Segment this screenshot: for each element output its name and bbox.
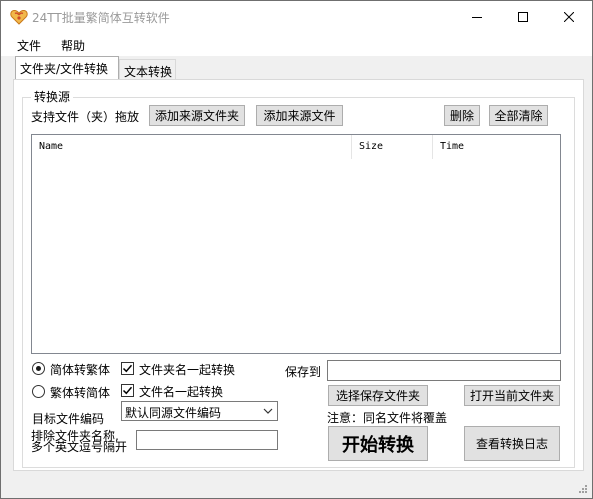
exclude-folders-input[interactable] [136, 430, 278, 450]
column-header-time[interactable]: Time [433, 135, 513, 159]
main-window: 24TT批量繁简体互转软件 文件 帮助 文件夹/文件转换 文本转换 转换源 支持… [0, 0, 593, 499]
open-current-folder-button[interactable]: 打开当前文件夹 [464, 385, 560, 406]
checkmark-icon [122, 364, 133, 373]
heart-icon [10, 9, 28, 25]
radio-selected-dot [36, 366, 41, 371]
column-header-name[interactable]: Name [32, 135, 352, 159]
clear-all-button[interactable]: 全部清除 [489, 105, 548, 126]
minimize-icon [472, 16, 482, 18]
save-to-label: 保存到 [285, 365, 322, 379]
add-source-file-button[interactable]: 添加来源文件 [256, 105, 343, 126]
close-icon [564, 11, 574, 22]
add-source-folder-button[interactable]: 添加来源文件夹 [149, 105, 245, 126]
target-encoding-label: 目标文件编码 [32, 412, 105, 426]
exclude-label-line2: 多个英文逗号隔开 [31, 440, 128, 454]
window-title: 24TT批量繁简体互转软件 [32, 11, 170, 25]
delete-button[interactable]: 删除 [444, 105, 480, 126]
start-convert-button[interactable]: 开始转换 [328, 426, 428, 461]
checkbox-folder-name[interactable] [121, 362, 134, 375]
file-list[interactable]: Name Size Time [31, 134, 561, 354]
target-encoding-select[interactable]: 默认同源文件编码 [121, 401, 278, 421]
overwrite-notice: 注意：同名文件将覆盖 [327, 411, 448, 425]
tab-bar: 文件夹/文件转换 文本转换 [1, 56, 592, 80]
radio-s2t-label[interactable]: 简体转繁体 [50, 361, 110, 378]
title-bar[interactable]: 24TT批量繁简体互转软件 [1, 1, 592, 32]
checkbox-file-name-label[interactable]: 文件名一起转换 [139, 383, 223, 400]
menu-file[interactable]: 文件 [17, 37, 41, 54]
target-encoding-value: 默认同源文件编码 [125, 406, 222, 420]
checkmark-icon [122, 386, 133, 395]
maximize-button[interactable] [500, 1, 546, 32]
close-button[interactable] [546, 1, 592, 32]
view-log-button[interactable]: 查看转换日志 [464, 426, 560, 461]
drag-hint-label: 支持文件（夹）拖放 [31, 110, 140, 124]
maximize-icon [518, 11, 528, 22]
save-to-input[interactable] [327, 360, 561, 381]
choose-save-folder-button[interactable]: 选择保存文件夹 [328, 385, 428, 406]
checkbox-file-name[interactable] [121, 384, 134, 397]
radio-t2s-label[interactable]: 繁体转简体 [50, 384, 110, 401]
checkbox-folder-name-label[interactable]: 文件夹名一起转换 [139, 361, 235, 378]
column-header-size[interactable]: Size [352, 135, 433, 159]
chevron-down-icon [263, 408, 273, 414]
radio-traditional-to-simplified[interactable] [32, 385, 45, 398]
resize-grip-icon[interactable] [578, 484, 588, 494]
group-title: 转换源 [31, 88, 74, 105]
radio-simplified-to-traditional[interactable] [32, 362, 45, 375]
menu-bar: 文件 帮助 [1, 32, 592, 56]
menu-help[interactable]: 帮助 [61, 37, 85, 54]
minimize-button[interactable] [454, 1, 500, 32]
tab-text-convert[interactable]: 文本转换 [119, 59, 176, 80]
tab-folder-file-convert[interactable]: 文件夹/文件转换 [15, 56, 119, 79]
